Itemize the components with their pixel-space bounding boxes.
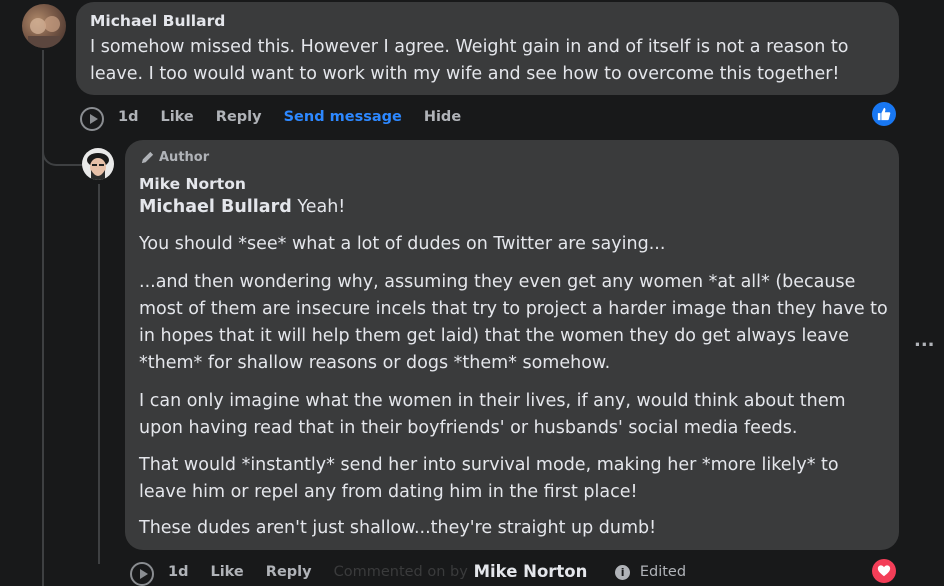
- reply-paragraph: These dudes aren't just shallow...they'r…: [139, 518, 657, 538]
- play-icon[interactable]: [130, 562, 154, 586]
- reply-paragraph: I can only imagine what the women in the…: [139, 391, 846, 438]
- pencil-icon: [141, 151, 154, 164]
- comment-actions: 1d Like Reply Send message Hide: [80, 103, 483, 131]
- like-button[interactable]: Like: [160, 109, 193, 125]
- comment-text: I somehow missed this. However I agree. …: [90, 37, 849, 84]
- like-button[interactable]: Like: [210, 564, 243, 580]
- author-badge: Author: [140, 150, 209, 165]
- comment-bubble: Michael Bullard I somehow missed this. H…: [76, 2, 899, 95]
- avatar-mike-norton[interactable]: [82, 148, 114, 180]
- reply-time[interactable]: 1d: [168, 564, 188, 580]
- avatar-image: [28, 16, 60, 48]
- avatar-michael-bullard[interactable]: [22, 4, 66, 48]
- play-icon[interactable]: [80, 107, 104, 131]
- thread-line-reply: [98, 184, 100, 564]
- avatar-image: [87, 153, 109, 180]
- commented-by-author-name[interactable]: Mike Norton: [474, 562, 588, 581]
- info-icon[interactable]: i: [615, 565, 631, 580]
- author-badge-label: Author: [159, 150, 210, 165]
- heart-icon[interactable]: [872, 559, 896, 583]
- reply-paragraph: You should *see* what a lot of dudes on …: [139, 234, 666, 254]
- reply-paragraph: ...and then wondering why, assuming they…: [139, 272, 888, 373]
- mention-link[interactable]: Michael Bullard: [139, 197, 292, 217]
- commented-by-label: Commented on by Mike Norton i: [333, 562, 631, 581]
- reply-button[interactable]: Reply: [266, 564, 312, 580]
- thread-connector: [42, 130, 84, 166]
- comment-author[interactable]: Michael Bullard: [90, 12, 225, 30]
- heart-glyph: [877, 565, 891, 577]
- thumbs-up-icon: [877, 107, 891, 121]
- reply-button[interactable]: Reply: [216, 109, 262, 125]
- reply-actions: 1d Like Reply Commented on by Mike Norto…: [130, 558, 708, 586]
- commented-by-author[interactable]: Mike Norton i: [474, 562, 653, 581]
- send-message-button[interactable]: Send message: [284, 109, 402, 125]
- reply-first-line: Michael Bullard Yeah!: [139, 194, 345, 221]
- comment-time[interactable]: 1d: [118, 109, 138, 125]
- reply-bubble: Author Mike Norton Michael Bullard Yeah!…: [125, 140, 899, 550]
- commented-by-text: Commented on by: [333, 564, 468, 580]
- reply-author[interactable]: Mike Norton: [139, 175, 246, 193]
- reply-paragraph: That would *instantly* send her into sur…: [139, 455, 839, 502]
- like-icon[interactable]: [872, 102, 896, 126]
- reply-first-line-text: Yeah!: [291, 197, 346, 217]
- more-options-button[interactable]: ...: [914, 330, 935, 351]
- hide-button[interactable]: Hide: [424, 109, 461, 125]
